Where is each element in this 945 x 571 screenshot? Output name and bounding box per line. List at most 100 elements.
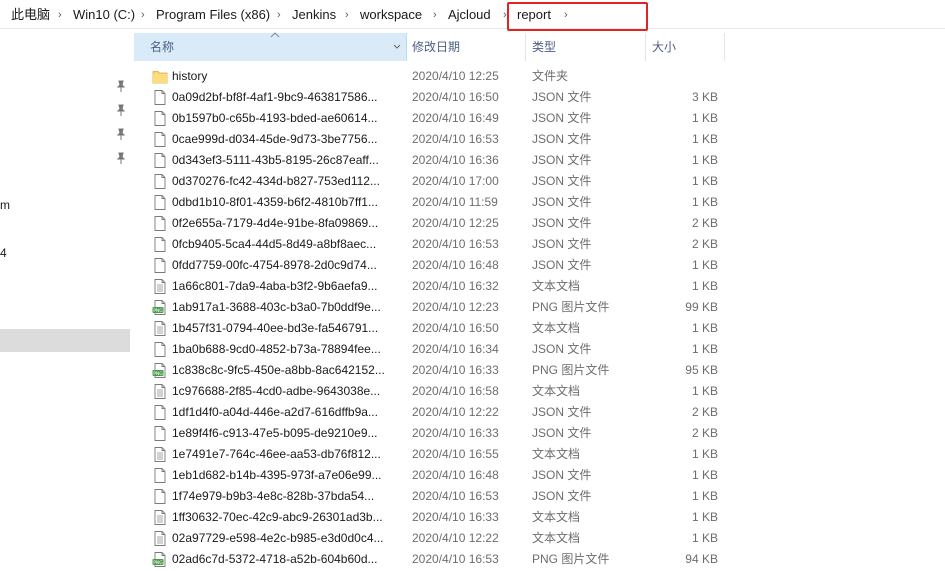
file-date: 2020/4/10 16:53 (412, 132, 499, 146)
file-row[interactable]: 0d370276-fc42-434d-b827-753ed112... 2020/… (134, 171, 724, 192)
file-row[interactable]: 1b457f31-0794-40ee-bd3e-fa546791... 2020/… (134, 318, 724, 339)
file-row[interactable]: 1ba0b688-9cd0-4852-b73a-78894fee... 2020/… (134, 339, 724, 360)
column-header-date-label: 修改日期 (412, 40, 461, 54)
file-size: 1 KB (691, 279, 718, 293)
svg-text:PNG: PNG (153, 560, 163, 566)
file-size: 1 KB (691, 258, 718, 272)
file-type: JSON 文件 (532, 90, 592, 104)
file-row[interactable]: 1a66c801-7da9-4aba-b3f2-9b6aefa9... 2020/… (134, 276, 724, 297)
pin-icon[interactable] (116, 80, 126, 92)
chevron-right-icon[interactable]: › (277, 7, 281, 23)
text-file-icon (152, 446, 168, 463)
chevron-right-icon[interactable]: › (141, 7, 145, 23)
address-bar[interactable]: 此电脑 › Win10 (C:) › Program Files (x86) ›… (0, 0, 945, 29)
file-icon (152, 257, 168, 274)
file-name: 0b1597b0-c65b-4193-bded-ae60614... (172, 111, 378, 125)
file-row[interactable]: history 2020/4/10 12:25 文件夹 (134, 66, 724, 87)
file-row[interactable]: 02a97729-e598-4e2c-b985-e3d0d0c4... 2020/… (134, 528, 724, 549)
file-type: 文本文档 (532, 279, 581, 293)
file-row[interactable]: 1eb1d682-b14b-4395-973f-a7e06e99... 2020/… (134, 465, 724, 486)
file-row[interactable]: 0fdd7759-00fc-4754-8978-2d0c9d74... 2020/… (134, 255, 724, 276)
column-divider[interactable] (724, 33, 725, 61)
breadcrumb-drive[interactable]: Win10 (C:) (73, 7, 135, 23)
file-row[interactable]: PNG 02ad6c7d-5372-4718-a52b-604b60d... 202… (134, 549, 724, 570)
file-date: 2020/4/10 16:34 (412, 342, 499, 356)
file-size: 94 KB (685, 552, 718, 566)
file-row[interactable]: 0cae999d-d034-45de-9d73-3be7756... 2020/4… (134, 129, 724, 150)
file-name: 1ba0b688-9cd0-4852-b73a-78894fee... (172, 342, 381, 356)
file-size: 2 KB (691, 237, 718, 251)
column-header-type[interactable]: 类型 (526, 33, 645, 61)
column-header-name-label: 名称 (150, 40, 175, 54)
file-size: 3 KB (691, 90, 718, 104)
file-date: 2020/4/10 16:53 (412, 552, 499, 566)
nav-item-selected[interactable] (0, 329, 130, 352)
file-type: 文件夹 (532, 69, 569, 83)
breadcrumb-ajcloud[interactable]: Ajcloud (448, 7, 491, 23)
file-name: 0cae999d-d034-45de-9d73-3be7756... (172, 132, 378, 146)
file-icon (152, 467, 168, 484)
file-icon (152, 152, 168, 169)
breadcrumb-jenkins[interactable]: Jenkins (292, 7, 336, 23)
chevron-down-icon[interactable] (393, 44, 401, 50)
file-date: 2020/4/10 11:59 (412, 195, 498, 209)
file-date: 2020/4/10 16:33 (412, 363, 499, 377)
file-row[interactable]: 0fcb9405-5ca4-44d5-8d49-a8bf8aec... 2020/… (134, 234, 724, 255)
png-file-icon: PNG (152, 551, 168, 568)
file-icon (152, 89, 168, 106)
file-row[interactable]: 0a09d2bf-bf8f-4af1-9bc9-463817586... 2020… (134, 87, 724, 108)
file-row[interactable]: 1f74e979-b9b3-4e8c-828b-37bda54... 2020/4… (134, 486, 724, 507)
text-file-icon (152, 320, 168, 337)
file-date: 2020/4/10 12:23 (412, 300, 499, 314)
file-date: 2020/4/10 16:58 (412, 384, 499, 398)
chevron-right-icon[interactable]: › (433, 7, 437, 23)
file-row[interactable]: 0d343ef3-5111-43b5-8195-26c87eaff... 2020… (134, 150, 724, 171)
file-row[interactable]: PNG 1ab917a1-3688-403c-b3a0-7b0ddf9e... 20… (134, 297, 724, 318)
file-icon (152, 341, 168, 358)
file-name: 1f74e979-b9b3-4e8c-828b-37bda54... (172, 489, 375, 503)
file-row[interactable]: 0b1597b0-c65b-4193-bded-ae60614... 2020/4… (134, 108, 724, 129)
file-date: 2020/4/10 12:22 (412, 405, 499, 419)
file-size: 1 KB (691, 342, 718, 356)
file-type: JSON 文件 (532, 426, 592, 440)
file-icon (152, 110, 168, 127)
file-name: 1c838c8c-9fc5-450e-a8bb-8ac642152... (172, 363, 385, 377)
file-row[interactable]: PNG 1c838c8c-9fc5-450e-a8bb-8ac642152... 2… (134, 360, 724, 381)
file-date: 2020/4/10 16:49 (412, 111, 499, 125)
file-row[interactable]: 0f2e655a-7179-4d4e-91be-8fa09869... 2020/… (134, 213, 724, 234)
file-size: 1 KB (691, 510, 718, 524)
file-icon (152, 131, 168, 148)
file-date: 2020/4/10 16:53 (412, 237, 499, 251)
file-row[interactable]: 1ff30632-70ec-42c9-abc9-26301ad3b... 2020… (134, 507, 724, 528)
nav-item-fragment[interactable]: m (0, 198, 10, 212)
pin-icon[interactable] (116, 128, 126, 140)
pin-icon[interactable] (116, 152, 126, 164)
file-row[interactable]: 1e7491e7-764c-46ee-aa53-db76f812... 2020/… (134, 444, 724, 465)
file-size: 1 KB (691, 111, 718, 125)
breadcrumb-workspace[interactable]: workspace (360, 7, 422, 23)
chevron-right-icon[interactable]: › (58, 7, 62, 23)
file-type: JSON 文件 (532, 468, 592, 482)
file-row[interactable]: 0dbd1b10-8f01-4359-b6f2-4810b7ff1... 2020… (134, 192, 724, 213)
pin-icon[interactable] (116, 104, 126, 116)
chevron-right-icon[interactable]: › (345, 7, 349, 23)
file-size: 1 KB (691, 153, 718, 167)
file-date: 2020/4/10 12:25 (412, 69, 499, 83)
breadcrumb-program-files[interactable]: Program Files (x86) (156, 7, 270, 23)
file-row[interactable]: 1c976688-2f85-4cd0-adbe-9643038e... 2020/… (134, 381, 724, 402)
column-header-size[interactable]: 大小 (646, 33, 724, 61)
nav-item-fragment[interactable]: 4 (0, 246, 7, 260)
file-date: 2020/4/10 12:22 (412, 531, 499, 545)
text-file-icon (152, 383, 168, 400)
file-type: 文本文档 (532, 321, 581, 335)
file-type: 文本文档 (532, 447, 581, 461)
breadcrumb-this-pc[interactable]: 此电脑 (11, 7, 50, 23)
column-header-date[interactable]: 修改日期 (407, 33, 525, 61)
file-row[interactable]: 1e89f4f6-c913-47e5-b095-de9210e9... 2020/… (134, 423, 724, 444)
file-size: 2 KB (691, 426, 718, 440)
file-size: 1 KB (691, 489, 718, 503)
column-header-type-label: 类型 (532, 40, 557, 54)
navigation-pane[interactable]: m 4 (0, 29, 130, 565)
file-row[interactable]: 1df1d4f0-a04d-446e-a2d7-616dffb9a... 2020… (134, 402, 724, 423)
file-name: 1c976688-2f85-4cd0-adbe-9643038e... (172, 384, 381, 398)
